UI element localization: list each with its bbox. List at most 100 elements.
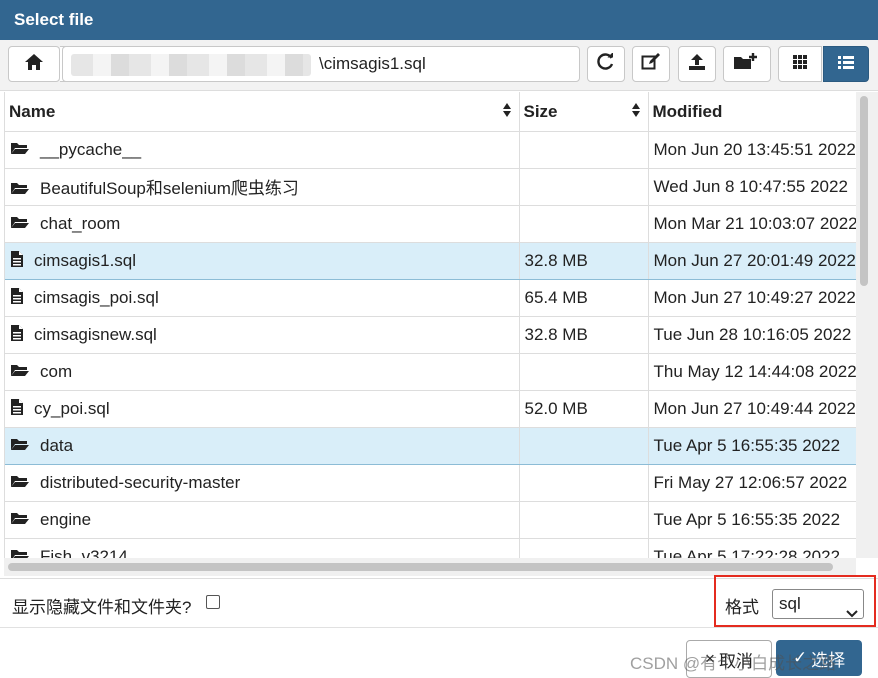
file-name-cell[interactable]: engine [5,501,520,539]
folder-open-icon [10,436,30,456]
rename-button[interactable] [632,46,670,82]
file-size-cell [519,353,649,391]
edit-icon [641,52,661,76]
table-row[interactable]: __pycache__ Mon Jun 20 13:45:51 2022 [5,131,857,169]
file-name: Fish_v3214 [40,546,128,558]
upload-button[interactable] [678,46,716,82]
file-icon [10,250,24,273]
file-size-cell [519,464,649,502]
modified-date-cell: Tue Apr 5 16:55:35 2022 [648,501,857,539]
show-hidden-label: 显示隐藏文件和文件夹? [12,598,192,617]
table-row[interactable]: BeautifulSoup和selenium爬虫练习 Wed Jun 8 10:4… [5,168,857,206]
file-name: cimsagis1.sql [34,250,137,270]
list-view-button[interactable] [823,46,869,82]
dialog-title: Select file [0,0,878,40]
column-header-name[interactable]: Name [5,92,520,132]
table-row[interactable]: Fish_v3214 Tue Apr 5 17:22:28 2022 [5,538,857,558]
file-size-cell [519,427,649,465]
file-name: __pycache__ [40,139,142,159]
file-name-cell[interactable]: cimsagis_poi.sql [5,279,520,317]
folder-open-icon [10,547,30,558]
column-header-modified[interactable]: Modified [648,92,857,132]
grid-view-button[interactable] [778,46,822,82]
path-value: \cimsagis1.sql [319,54,426,73]
file-name-cell[interactable]: com [5,353,520,391]
file-size-cell: 52.0 MB [519,390,649,428]
chevron-down-icon [846,599,858,627]
modified-date-cell: Wed Jun 8 10:47:55 2022 [648,168,857,206]
file-name-cell[interactable]: Fish_v3214 [5,538,520,558]
modified-date-cell: Fri May 27 12:06:57 2022 [648,464,857,502]
modified-date-cell: Thu May 12 14:44:08 2022 [648,353,857,391]
table-row[interactable]: engine Tue Apr 5 16:55:35 2022 [5,501,857,539]
table-row[interactable]: cimsagisnew.sql 32.8 MB Tue Jun 28 10:16:0… [5,316,857,354]
modified-date-cell: Mon Jun 27 10:49:27 2022 [648,279,857,317]
file-name-cell[interactable]: __pycache__ [5,131,520,169]
grid-icon [792,54,808,75]
folder-open-icon [10,473,30,493]
column-header-size[interactable]: Size [519,92,649,132]
format-select[interactable]: sql [772,589,864,619]
redacted-path [71,53,311,76]
folder-open-icon [10,362,30,382]
refresh-button[interactable] [587,46,625,82]
table-row[interactable]: data Tue Apr 5 16:55:35 2022 [5,427,857,465]
modified-date-cell: Mon Jun 20 13:45:51 2022 [648,131,857,169]
file-icon [10,398,24,421]
file-size-cell: 32.8 MB [519,316,649,354]
file-size-cell: 65.4 MB [519,279,649,317]
file-size-cell: 32.8 MB [519,242,649,280]
file-name: cy_poi.sql [34,398,110,418]
file-name-cell[interactable]: cy_poi.sql [5,390,520,428]
modified-date-cell: Mon Mar 21 10:03:07 2022 [648,205,857,243]
file-name-cell[interactable]: distributed-security-master [5,464,520,502]
folder-open-icon [10,214,30,234]
new-folder-button[interactable] [723,46,771,82]
table-row[interactable]: chat_room Mon Mar 21 10:03:07 2022 [5,205,857,243]
modified-date-cell: Tue Jun 28 10:16:05 2022 [648,316,857,354]
new-folder-icon [733,52,761,77]
file-name: cimsagisnew.sql [34,324,157,344]
modified-date-cell: Mon Jun 27 10:49:44 2022 [648,390,857,428]
file-dialog: Select file ↥ \cimsagis1.sql [0,0,878,678]
upload-icon [688,53,706,76]
file-list: Name Size Modified __pycache__ Mon Jun 20… [4,92,857,558]
watermark: CSDN @有个小白成长之路 [630,654,837,673]
file-name-cell[interactable]: data [5,427,520,465]
home-icon [24,53,44,76]
file-name: BeautifulSoup和selenium爬虫练习 [40,179,299,199]
folder-open-icon [10,140,30,160]
toolbar: ↥ \cimsagis1.sql [0,40,878,91]
file-name: chat_room [40,213,121,233]
list-icon [837,54,855,75]
file-icon [10,287,24,310]
sort-icon [631,103,640,117]
file-name: data [40,435,74,455]
file-name-cell[interactable]: cimsagisnew.sql [5,316,520,354]
vertical-scroll-thumb[interactable] [860,96,868,286]
sort-icon [502,103,511,117]
file-size-cell [519,205,649,243]
table-row[interactable]: cimsagis_poi.sql 65.4 MB Mon Jun 27 10:49:… [5,279,857,317]
table-row[interactable]: com Thu May 12 14:44:08 2022 [5,353,857,391]
table-row[interactable]: cimsagis1.sql 32.8 MB Mon Jun 27 20:01:49 … [5,242,857,280]
modified-date-cell: Mon Jun 27 20:01:49 2022 [648,242,857,280]
file-name: engine [40,509,92,529]
folder-open-icon [10,510,30,530]
file-size-cell [519,168,649,206]
file-name-cell[interactable]: cimsagis1.sql [5,242,520,280]
file-name-cell[interactable]: BeautifulSoup和selenium爬虫练习 [5,168,520,206]
file-name-cell[interactable]: chat_room [5,205,520,243]
file-name: cimsagis_poi.sql [34,287,159,307]
horizontal-scrollbar[interactable] [4,558,856,576]
dialog-footer: 显示隐藏文件和文件夹? 格式 sql × 取消 ✓ 选择 CSDN @有个小白成长之… [0,575,878,678]
show-hidden-checkbox[interactable] [206,595,220,609]
home-button[interactable] [8,46,60,82]
table-row[interactable]: cy_poi.sql 52.0 MB Mon Jun 27 10:49:44 202… [5,390,857,428]
file-size-cell [519,131,649,169]
vertical-scrollbar[interactable] [856,92,878,558]
table-row[interactable]: distributed-security-master Fri May 27 12… [5,464,857,502]
path-input[interactable]: \cimsagis1.sql [62,46,580,82]
folder-open-icon [10,180,30,200]
horizontal-scroll-thumb[interactable] [8,563,833,571]
